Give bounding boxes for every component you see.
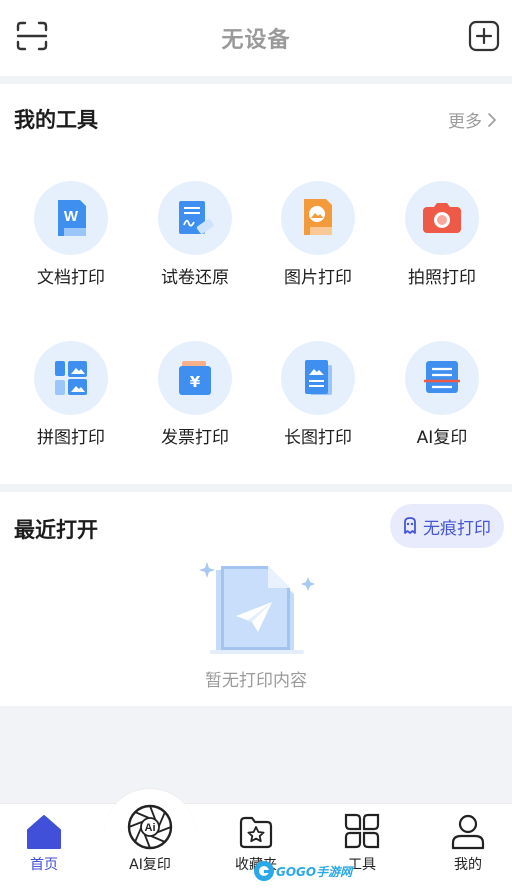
- image-print-icon: [281, 181, 355, 255]
- watermark-g-icon: [254, 861, 274, 881]
- tools-grid-icon: [344, 813, 380, 849]
- word-doc-icon: W: [34, 181, 108, 255]
- chevron-right-icon: [488, 112, 497, 127]
- tool-label: AI复印: [416, 428, 468, 448]
- my-tools-title: 我的工具: [14, 108, 98, 132]
- invoice-icon: ¥: [158, 341, 232, 415]
- tool-label: 文档打印: [37, 268, 105, 288]
- tool-label: 发票打印: [161, 428, 229, 448]
- tool-label: 拍照打印: [408, 268, 476, 288]
- svg-text:¥: ¥: [190, 373, 201, 391]
- nav-home[interactable]: 首页: [0, 812, 94, 874]
- top-bar: 无设备: [0, 0, 512, 76]
- empty-document-icon: [199, 562, 315, 654]
- recent-card: 最近打开 无痕打印 暂无打印内容: [0, 492, 512, 706]
- watermark-text: GOGO手游网: [276, 864, 353, 879]
- tool-image-print[interactable]: 图片打印: [256, 181, 380, 288]
- tool-label: 试卷还原: [161, 268, 229, 288]
- collage-icon: [34, 341, 108, 415]
- tool-ai-copy[interactable]: AI复印: [380, 341, 504, 448]
- favorites-folder-icon: [239, 816, 273, 849]
- ai-aperture-icon: Ai: [127, 804, 173, 850]
- tool-label: 图片打印: [284, 268, 352, 288]
- recent-title: 最近打开: [14, 518, 98, 542]
- tool-doc-print[interactable]: W 文档打印: [9, 181, 133, 288]
- ai-copy-icon: [405, 341, 479, 415]
- nav-ai-copy[interactable]: Ai AI复印: [100, 802, 200, 874]
- nav-label: 我的: [454, 857, 482, 873]
- private-print-label: 无痕打印: [423, 518, 491, 539]
- tool-label: 长图打印: [284, 428, 352, 448]
- ghost-icon: [404, 517, 416, 534]
- tool-invoice-print[interactable]: ¥ 发票打印: [133, 341, 257, 448]
- tool-exam-restore[interactable]: 试卷还原: [133, 181, 257, 288]
- svg-text:W: W: [64, 208, 79, 225]
- nav-label: AI复印: [129, 857, 171, 873]
- plus-square-icon[interactable]: [468, 20, 500, 52]
- home-icon: [27, 815, 61, 849]
- tool-photo-print[interactable]: 拍照打印: [380, 181, 504, 288]
- exam-restore-icon: [158, 181, 232, 255]
- more-link[interactable]: 更多: [448, 107, 498, 132]
- profile-icon: [451, 814, 485, 850]
- device-status-title[interactable]: 无设备: [0, 22, 512, 54]
- private-print-button[interactable]: 无痕打印: [390, 504, 504, 548]
- svg-text:Ai: Ai: [145, 822, 156, 834]
- camera-icon: [405, 181, 479, 255]
- long-image-icon: [281, 341, 355, 415]
- my-tools-card: 我的工具 更多 W 文档打印 试卷还原 图片打印 拍照打印 拼图打印 ¥ 发票打…: [0, 84, 512, 484]
- nav-profile[interactable]: 我的: [418, 812, 512, 874]
- tool-collage-print[interactable]: 拼图打印: [9, 341, 133, 448]
- watermark-logo: GOGO手游网: [252, 856, 356, 886]
- more-label: 更多: [448, 112, 482, 132]
- empty-state-text: 暂无打印内容: [205, 671, 307, 691]
- tool-label: 拼图打印: [37, 428, 105, 448]
- nav-label: 首页: [30, 857, 58, 873]
- tool-long-image-print[interactable]: 长图打印: [256, 341, 380, 448]
